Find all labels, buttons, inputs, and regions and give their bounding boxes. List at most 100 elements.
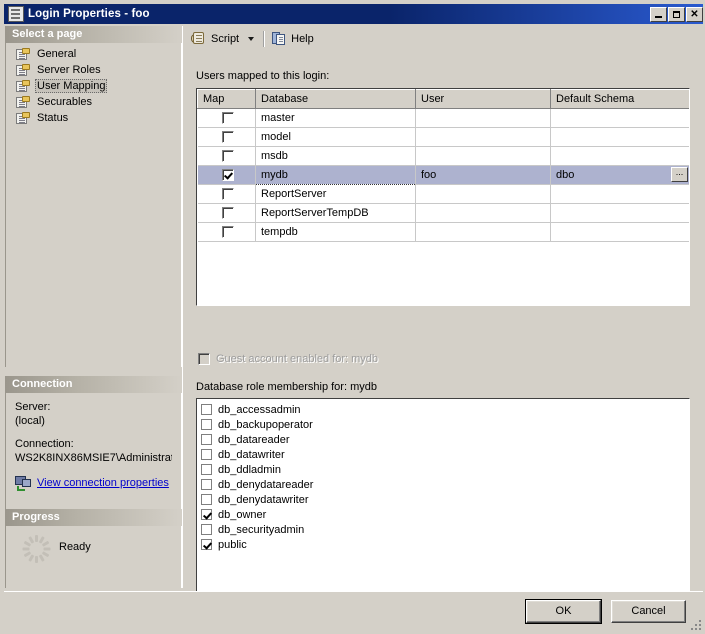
user-cell[interactable] — [415, 146, 551, 166]
schema-cell[interactable] — [550, 184, 689, 204]
list-item[interactable]: db_ddladmin — [201, 462, 689, 477]
table-row-selected[interactable]: mydb foo dbo... — [197, 165, 689, 185]
role-checkbox[interactable] — [201, 404, 212, 415]
map-cell[interactable] — [197, 108, 256, 128]
minimize-button[interactable] — [650, 6, 667, 22]
sidebar-item-user-mapping[interactable]: User Mapping — [6, 78, 181, 94]
sidebar-item-label: User Mapping — [35, 79, 108, 93]
database-cell[interactable]: ReportServer — [255, 184, 416, 204]
role-checkbox-checked[interactable] — [201, 509, 212, 520]
role-checkbox[interactable] — [201, 494, 212, 505]
role-checkbox[interactable] — [201, 479, 212, 490]
schema-cell[interactable] — [550, 108, 689, 128]
help-button[interactable]: Help — [268, 29, 318, 48]
role-checkbox[interactable] — [201, 524, 212, 535]
map-checkbox[interactable] — [222, 188, 235, 201]
user-cell[interactable] — [415, 127, 551, 147]
page-list: General Server Roles User Mapping Secura… — [5, 43, 182, 367]
database-role-membership-list[interactable]: db_accessadmin db_backupoperator db_data… — [196, 398, 690, 611]
users-mapping-grid[interactable]: Map Database User Default Schema master — [196, 88, 690, 306]
role-checkbox[interactable] — [201, 434, 212, 445]
role-label: db_datawriter — [218, 448, 285, 461]
browse-schema-button[interactable]: ... — [671, 167, 688, 182]
role-checkbox[interactable] — [201, 464, 212, 475]
user-cell[interactable] — [415, 222, 551, 242]
server-icon — [8, 6, 24, 22]
schema-cell[interactable] — [550, 222, 689, 242]
list-item[interactable]: db_securityadmin — [201, 522, 689, 537]
user-cell[interactable] — [415, 108, 551, 128]
role-label: db_denydatareader — [218, 478, 314, 491]
user-cell[interactable] — [415, 203, 551, 223]
list-item[interactable]: db_backupoperator — [201, 417, 689, 432]
database-cell[interactable]: msdb — [255, 146, 416, 166]
toolbar: Script Help — [183, 26, 703, 51]
schema-cell[interactable] — [550, 203, 689, 223]
list-item[interactable]: db_datawriter — [201, 447, 689, 462]
list-item[interactable]: db_denydatareader — [201, 477, 689, 492]
list-item[interactable]: db_owner — [201, 507, 689, 522]
map-cell[interactable] — [197, 146, 256, 166]
sidebar-item-securables[interactable]: Securables — [6, 94, 181, 110]
column-header-map[interactable]: Map — [197, 89, 256, 109]
role-checkbox-checked[interactable] — [201, 539, 212, 550]
schema-cell[interactable] — [550, 127, 689, 147]
chevron-down-icon[interactable] — [248, 36, 255, 41]
schema-cell[interactable]: dbo... — [550, 165, 689, 185]
map-cell[interactable] — [197, 165, 256, 185]
page-icon — [16, 79, 30, 93]
database-cell[interactable]: mydb — [255, 165, 416, 185]
maximize-button[interactable] — [668, 6, 685, 22]
map-checkbox[interactable] — [222, 150, 235, 163]
sidebar-item-server-roles[interactable]: Server Roles — [6, 62, 181, 78]
view-connection-properties-link[interactable]: View connection properties — [15, 476, 172, 491]
role-label: db_securityadmin — [218, 523, 305, 536]
close-button[interactable]: ✕ — [686, 6, 703, 22]
table-row[interactable]: msdb — [197, 146, 689, 166]
column-header-database[interactable]: Database — [255, 89, 416, 109]
ok-button[interactable]: OK — [525, 599, 602, 624]
user-cell[interactable] — [415, 184, 551, 204]
map-checkbox[interactable] — [222, 112, 235, 125]
map-checkbox-checked[interactable] — [222, 169, 235, 182]
role-label: db_datareader — [218, 433, 290, 446]
table-row[interactable]: tempdb — [197, 222, 689, 242]
guest-account-row: Guest account enabled for: mydb — [198, 353, 378, 365]
list-item[interactable]: db_datareader — [201, 432, 689, 447]
list-item[interactable]: db_accessadmin — [201, 402, 689, 417]
script-button[interactable]: Script — [187, 29, 243, 48]
cancel-button[interactable]: Cancel — [611, 600, 686, 623]
column-header-default-schema[interactable]: Default Schema — [550, 89, 689, 109]
map-checkbox[interactable] — [222, 131, 235, 144]
database-cell[interactable]: model — [255, 127, 416, 147]
sidebar-item-general[interactable]: General — [6, 46, 181, 62]
database-cell[interactable]: ReportServerTempDB — [255, 203, 416, 223]
connection-label: Connection: — [15, 438, 74, 450]
map-checkbox[interactable] — [222, 226, 235, 239]
page-icon — [16, 95, 30, 109]
map-cell[interactable] — [197, 222, 256, 242]
user-cell[interactable]: foo — [415, 165, 551, 185]
table-row[interactable]: ReportServerTempDB — [197, 203, 689, 223]
schema-cell[interactable] — [550, 146, 689, 166]
sidebar-item-status[interactable]: Status — [6, 110, 181, 126]
resize-grip[interactable] — [689, 618, 703, 632]
role-checkbox[interactable] — [201, 449, 212, 460]
table-row[interactable]: master — [197, 108, 689, 128]
database-cell[interactable]: tempdb — [255, 222, 416, 242]
list-item[interactable]: public — [201, 537, 689, 552]
map-cell[interactable] — [197, 184, 256, 204]
list-item[interactable]: db_denydatawriter — [201, 492, 689, 507]
table-row[interactable]: model — [197, 127, 689, 147]
column-header-user[interactable]: User — [415, 89, 551, 109]
sidebar-item-label: Server Roles — [37, 64, 101, 76]
connection-value: WS2K8INX86MSIE7\Administrato — [15, 452, 172, 464]
table-row[interactable]: ReportServer — [197, 184, 689, 204]
role-checkbox[interactable] — [201, 419, 212, 430]
progress-panel: Progress Ready — [5, 509, 182, 588]
schema-value: dbo — [556, 169, 575, 181]
map-cell[interactable] — [197, 127, 256, 147]
database-cell[interactable]: master — [255, 108, 416, 128]
map-checkbox[interactable] — [222, 207, 235, 220]
map-cell[interactable] — [197, 203, 256, 223]
